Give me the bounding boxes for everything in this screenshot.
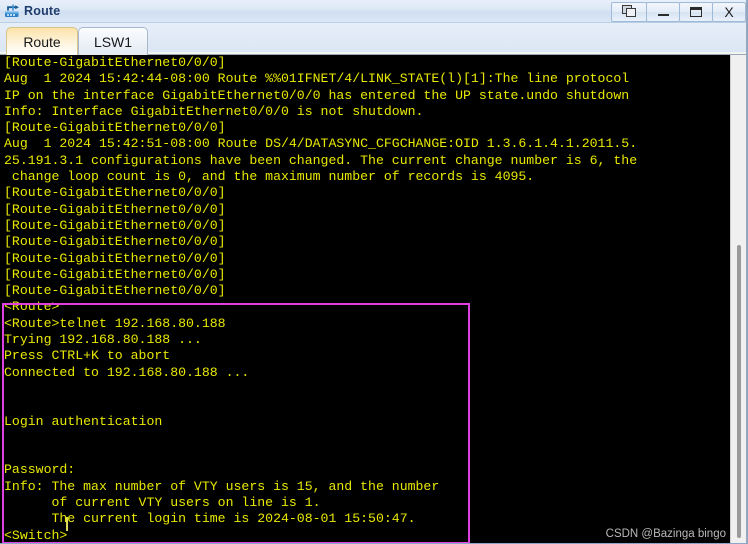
vertical-scrollbar[interactable] [730, 55, 747, 543]
maximize-button[interactable] [679, 1, 713, 22]
terminal-line: Login authentication [4, 413, 163, 429]
terminal-line: Connected to 192.168.80.188 ... [4, 364, 250, 380]
terminal-line: Info: The max number of VTY users is 15,… [4, 478, 440, 494]
application-window: Route X Route LSW1 [Route-GigabitEtherne… [0, 0, 748, 544]
terminal-line: Aug 1 2024 15:42:51-08:00 Route DS/4/DAT… [4, 136, 638, 152]
title-bar[interactable]: Route X [0, 0, 747, 23]
terminal-line: Info: Interface GigabitEthernet0/0/0 is … [4, 103, 424, 119]
terminal-line: <Route>telnet 192.168.80.188 [4, 315, 226, 331]
minimize-icon [657, 13, 669, 16]
restore-button[interactable] [611, 1, 647, 22]
window-title: Route [24, 4, 61, 18]
terminal-line: 25.191.3.1 configurations have been chan… [4, 152, 638, 168]
terminal-line: Press CTRL+K to abort [4, 348, 171, 364]
tab-lsw1-label: LSW1 [93, 33, 133, 50]
close-icon: X [724, 3, 734, 20]
terminal-line: [Route-GigabitEthernet0/0/0] [4, 120, 226, 136]
minimize-button[interactable] [646, 1, 680, 22]
terminal-line: Trying 192.168.80.188 ... [4, 332, 202, 348]
router-icon [3, 2, 21, 20]
scrollbar-thumb[interactable] [737, 245, 741, 538]
window-controls: X [611, 1, 746, 22]
terminal-cursor [66, 517, 68, 531]
tab-route-label: Route [23, 33, 61, 50]
terminal-line: of current VTY users on line is 1. [4, 495, 321, 511]
terminal-line: [Route-GigabitEthernet0/0/0] [4, 283, 226, 299]
terminal-output: [Route-GigabitEthernet0/0/0] Aug 1 2024 1… [4, 55, 730, 543]
maximize-icon [690, 6, 702, 17]
terminal-console[interactable]: [Route-GigabitEthernet0/0/0] Aug 1 2024 1… [0, 55, 747, 543]
tab-route[interactable]: Route [6, 27, 78, 55]
window-right-border [746, 0, 747, 543]
restore-icon [621, 5, 637, 18]
terminal-line: [Route-GigabitEthernet0/0/0] [4, 250, 226, 266]
close-button[interactable]: X [712, 1, 746, 22]
terminal-line: The current login time is 2024-08-01 15:… [4, 511, 416, 527]
tab-lsw1[interactable]: LSW1 [78, 27, 148, 55]
watermark-text: CSDN @Bazinga bingo [605, 528, 726, 540]
terminal-line: Aug 1 2024 15:42:44-08:00 Route %%01IFNE… [4, 71, 630, 87]
terminal-line: [Route-GigabitEthernet0/0/0] [4, 217, 226, 233]
terminal-line: <Route> [4, 299, 60, 315]
terminal-line: change loop count is 0, and the maximum … [4, 169, 535, 185]
terminal-line: [Route-GigabitEthernet0/0/0] [4, 266, 226, 282]
terminal-line: Password: [4, 462, 76, 478]
terminal-line: [Route-GigabitEthernet0/0/0] [4, 55, 226, 70]
terminal-line: [Route-GigabitEthernet0/0/0] [4, 185, 226, 201]
terminal-line: [Route-GigabitEthernet0/0/0] [4, 234, 226, 250]
tab-strip: Route LSW1 [0, 23, 747, 55]
terminal-line: [Route-GigabitEthernet0/0/0] [4, 201, 226, 217]
terminal-line: IP on the interface GigabitEthernet0/0/0… [4, 87, 630, 103]
